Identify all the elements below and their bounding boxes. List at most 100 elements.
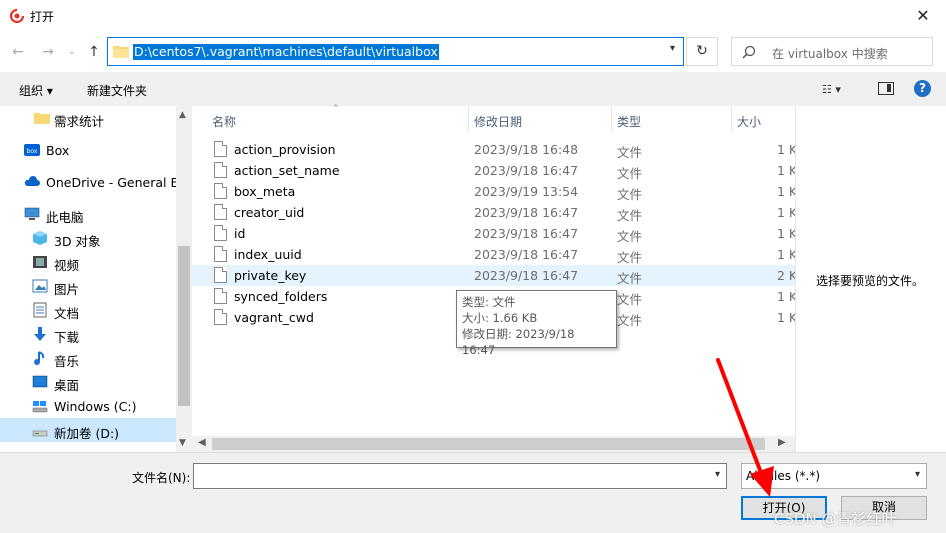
sidebar-item[interactable]: 图片 bbox=[0, 274, 176, 298]
file-type: 文件 bbox=[617, 250, 643, 265]
file-type: 文件 bbox=[617, 313, 643, 328]
search-input[interactable]: 在 virtualbox 中搜索 bbox=[731, 37, 933, 66]
file-modified: 2023/9/18 16:47 bbox=[474, 205, 579, 220]
search-placeholder: 在 virtualbox 中搜索 bbox=[772, 47, 888, 61]
scrollbar-thumb[interactable] bbox=[178, 246, 190, 406]
recent-locations-button[interactable]: ⌄ bbox=[62, 42, 82, 62]
sidebar-item[interactable]: OneDrive - General Ele bbox=[0, 170, 190, 194]
sidebar-item-label: Box bbox=[46, 143, 70, 158]
filename-input[interactable]: ▾ bbox=[193, 463, 727, 489]
file-name[interactable]: private_key bbox=[234, 268, 459, 283]
table-row[interactable]: creator_uid 2023/9/18 16:47 文件 1 K bbox=[192, 202, 795, 223]
address-text[interactable]: D:\centos7\.vagrant\machines\default\vir… bbox=[133, 44, 439, 60]
sidebar-item[interactable]: 文档 bbox=[0, 298, 176, 322]
column-header-name[interactable]: ⌃ 名称 bbox=[192, 104, 469, 132]
view-options-icon[interactable]: ☷ ▾ bbox=[822, 83, 858, 97]
scroll-down-icon[interactable]: ▼ bbox=[179, 438, 186, 448]
file-size: 1 K bbox=[777, 205, 795, 220]
scrollbar-thumb[interactable] bbox=[212, 438, 765, 450]
column-header-modified[interactable]: 修改日期 bbox=[454, 106, 612, 132]
column-label: 名称 bbox=[212, 115, 237, 129]
sidebar-item[interactable]: 3D 对象 bbox=[0, 226, 176, 250]
file-name[interactable]: box_meta bbox=[234, 184, 459, 199]
forward-button[interactable]: → bbox=[38, 42, 58, 62]
sort-ascending-icon: ⌃ bbox=[332, 104, 340, 114]
sidebar-item-selected[interactable]: 新加卷 (D:) bbox=[0, 418, 176, 442]
file-type: 文件 bbox=[617, 208, 643, 223]
file-type: 文件 bbox=[617, 145, 643, 160]
horizontal-scrollbar[interactable]: ◀ ▶ bbox=[192, 436, 795, 452]
sidebar-item[interactable]: 桌面 bbox=[0, 370, 176, 394]
sidebar-item-label: 3D 对象 bbox=[54, 234, 101, 249]
navigation-bar: ← → ⌄ ↑ D:\centos7\.vagrant\machines\def… bbox=[0, 32, 946, 72]
desktop-icon bbox=[32, 375, 48, 388]
preview-pane: 选择要预览的文件。 bbox=[795, 106, 946, 452]
table-row[interactable]: private_key 2023/9/18 16:47 文件 2 K bbox=[192, 265, 795, 286]
new-folder-button[interactable]: 新建文件夹 bbox=[87, 82, 147, 99]
file-size: 2 K bbox=[777, 268, 795, 283]
cloud-icon bbox=[24, 176, 40, 186]
tooltip-modified: 修改日期: 2023/9/18 16:47 bbox=[462, 327, 575, 357]
file-icon bbox=[214, 288, 227, 304]
search-icon bbox=[742, 45, 756, 59]
column-header-type[interactable]: 类型 bbox=[597, 106, 732, 132]
sidebar-item[interactable]: Windows (C:) bbox=[0, 394, 176, 418]
file-type-select[interactable]: All Files (*.*) ▾ bbox=[741, 463, 927, 489]
folder-icon bbox=[34, 113, 50, 124]
refresh-button[interactable]: ↻ bbox=[686, 37, 718, 66]
app-icon bbox=[9, 8, 25, 24]
chevron-down-icon[interactable]: ▾ bbox=[670, 43, 675, 54]
file-list: ⌃ 名称 修改日期 类型 大小 action_provision 2023/9/1… bbox=[192, 104, 795, 452]
file-size: 1 K bbox=[777, 142, 795, 157]
file-name[interactable]: synced_folders bbox=[234, 289, 459, 304]
file-name[interactable]: creator_uid bbox=[234, 205, 459, 220]
sidebar-item-label: 新加卷 (D:) bbox=[54, 426, 120, 441]
file-name[interactable]: action_set_name bbox=[234, 163, 459, 178]
file-name[interactable]: index_uuid bbox=[234, 247, 459, 262]
sidebar-item-label: 桌面 bbox=[54, 378, 80, 393]
back-button[interactable]: ← bbox=[8, 42, 28, 62]
sidebar-item[interactable]: 视频 bbox=[0, 250, 176, 274]
sidebar-item[interactable]: box Box bbox=[0, 138, 176, 162]
sidebar-item[interactable]: 音乐 bbox=[0, 346, 176, 370]
file-icon bbox=[214, 309, 227, 325]
table-row[interactable]: id 2023/9/18 16:47 文件 1 K bbox=[192, 223, 795, 244]
help-icon[interactable]: ? bbox=[914, 80, 931, 97]
svg-text:box: box bbox=[27, 148, 38, 155]
scroll-right-icon[interactable]: ▶ bbox=[778, 437, 786, 448]
file-icon bbox=[214, 183, 227, 199]
chevron-down-icon[interactable]: ▾ bbox=[915, 469, 920, 480]
up-button[interactable]: ↑ bbox=[84, 42, 104, 62]
sidebar-item[interactable]: 此电脑 bbox=[0, 202, 176, 226]
close-button[interactable]: ✕ bbox=[900, 0, 946, 32]
sidebar-item-label: Windows (C:) bbox=[54, 399, 137, 414]
chevron-down-icon[interactable]: ▾ bbox=[715, 469, 720, 480]
table-row[interactable]: index_uuid 2023/9/18 16:47 文件 1 K bbox=[192, 244, 795, 265]
tooltip-size: 大小: 1.66 KB bbox=[462, 311, 538, 325]
file-name[interactable]: action_provision bbox=[234, 142, 459, 157]
file-icon bbox=[214, 267, 227, 283]
file-modified: 2023/9/18 16:47 bbox=[474, 247, 579, 262]
scroll-up-icon[interactable]: ▲ bbox=[179, 110, 186, 120]
file-modified: 2023/9/18 16:47 bbox=[474, 268, 579, 283]
table-row[interactable]: action_provision 2023/9/18 16:48 文件 1 K bbox=[192, 139, 795, 160]
preview-pane-icon[interactable] bbox=[878, 82, 894, 95]
sidebar-item[interactable]: 需求统计 bbox=[0, 106, 176, 130]
sidebar-item-label: 需求统计 bbox=[54, 114, 105, 129]
file-name[interactable]: vagrant_cwd bbox=[234, 310, 459, 325]
sidebar-scrollbar[interactable]: ▲ ▼ bbox=[176, 106, 192, 452]
file-icon bbox=[214, 204, 227, 220]
file-size: 1 K bbox=[777, 184, 795, 199]
sidebar-item-label: 音乐 bbox=[54, 354, 80, 369]
file-icon bbox=[214, 162, 227, 178]
scroll-left-icon[interactable]: ◀ bbox=[198, 437, 206, 448]
file-type: 文件 bbox=[617, 187, 643, 202]
sidebar-item[interactable]: 下载 bbox=[0, 322, 176, 346]
table-row[interactable]: box_meta 2023/9/19 13:54 文件 1 K bbox=[192, 181, 795, 202]
organize-menu[interactable]: 组织 ▾ bbox=[19, 82, 53, 99]
preview-placeholder: 选择要预览的文件。 bbox=[816, 274, 925, 288]
table-row[interactable]: action_set_name 2023/9/18 16:47 文件 1 K bbox=[192, 160, 795, 181]
file-name[interactable]: id bbox=[234, 226, 459, 241]
address-bar[interactable]: D:\centos7\.vagrant\machines\default\vir… bbox=[107, 37, 684, 66]
column-header-size[interactable]: 大小 bbox=[717, 106, 795, 132]
